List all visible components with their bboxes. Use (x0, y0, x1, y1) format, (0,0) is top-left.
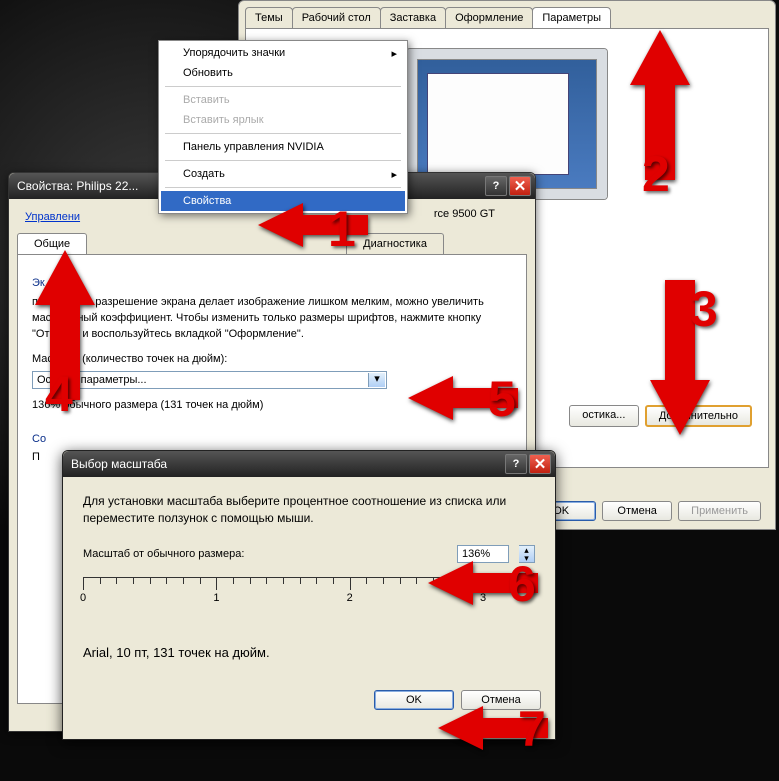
ctx-arrange-icons[interactable]: Упорядочить значки (161, 43, 405, 63)
troubleshoot-button[interactable]: остика... (569, 405, 639, 427)
group-screen: Эк (32, 277, 512, 289)
tab-themes[interactable]: Темы (245, 7, 293, 28)
tab-general[interactable]: Общие (17, 233, 87, 254)
font-sample: Arial, 10 пт, 131 точек на дюйм. (83, 645, 535, 660)
tab-settings[interactable]: Параметры (532, 7, 611, 28)
tab-diagnostics[interactable]: Диагностика (346, 233, 444, 254)
help-icon[interactable]: ? (485, 176, 507, 196)
scale-label: Масштаб от обычного размера: (83, 548, 244, 560)
ruler-label: 2 (347, 592, 353, 604)
scale-instructions: Для установки масштаба выберите процентн… (83, 493, 535, 527)
scale-ok-button[interactable]: OK (374, 690, 454, 710)
dpi-description: пользуемое разрешение экрана делает изоб… (32, 295, 512, 343)
scale-close-icon[interactable]: ✕ (529, 454, 551, 474)
ruler-label: 0 (80, 592, 86, 604)
desktop-context-menu: Упорядочить значки Обновить Вставить Вст… (158, 40, 408, 214)
scale-help-icon[interactable]: ? (505, 454, 527, 474)
scale-cancel-button[interactable]: Отмена (461, 690, 541, 710)
scale-value-input[interactable]: 136% (457, 545, 509, 563)
tab-desktop[interactable]: Рабочий стол (292, 7, 381, 28)
ruler-label: 3 (480, 592, 486, 604)
display-apply-button[interactable]: Применить (678, 501, 761, 521)
display-cancel-button[interactable]: Отмена (602, 501, 672, 521)
ctx-new[interactable]: Создать (161, 164, 405, 184)
scale-title: Выбор масштаба (71, 457, 503, 471)
ctx-paste-shortcut: Вставить ярлык (161, 110, 405, 130)
tab-appearance[interactable]: Оформление (445, 7, 533, 28)
tab-screensaver[interactable]: Заставка (380, 7, 446, 28)
dpi-label: Масштаб (количество точек на дюйм): (32, 353, 512, 365)
scale-spinner[interactable]: ▴▾ (519, 545, 535, 563)
dpi-current-text: 136% обычного размера (131 точек на дюйм… (32, 399, 512, 411)
ctx-refresh[interactable]: Обновить (161, 63, 405, 83)
advanced-button[interactable]: Дополнительно (645, 405, 752, 427)
ruler-label: 1 (213, 592, 219, 604)
ctx-nvidia-panel[interactable]: Панель управления NVIDIA (161, 137, 405, 157)
close-icon[interactable]: ✕ (509, 176, 531, 196)
scale-dialog: Выбор масштаба ? ✕ Для установки масштаб… (62, 450, 556, 740)
gpu-fragment: rce 9500 GT (434, 208, 495, 220)
dpi-dropdown-value: Особые параметры... (37, 374, 147, 386)
display-tabs: Темы Рабочий стол Заставка Оформление Па… (239, 1, 775, 28)
dpi-dropdown[interactable]: Особые параметры... (32, 371, 387, 389)
ctx-paste: Вставить (161, 90, 405, 110)
group-compat: Со (32, 433, 512, 445)
advanced-title-text: Свойства: Philips 22... (17, 179, 142, 193)
scale-ruler[interactable]: 0 1 2 3 (83, 577, 535, 627)
ctx-properties[interactable]: Свойства (161, 191, 405, 211)
scale-titlebar[interactable]: Выбор масштаба ? ✕ (63, 451, 555, 477)
